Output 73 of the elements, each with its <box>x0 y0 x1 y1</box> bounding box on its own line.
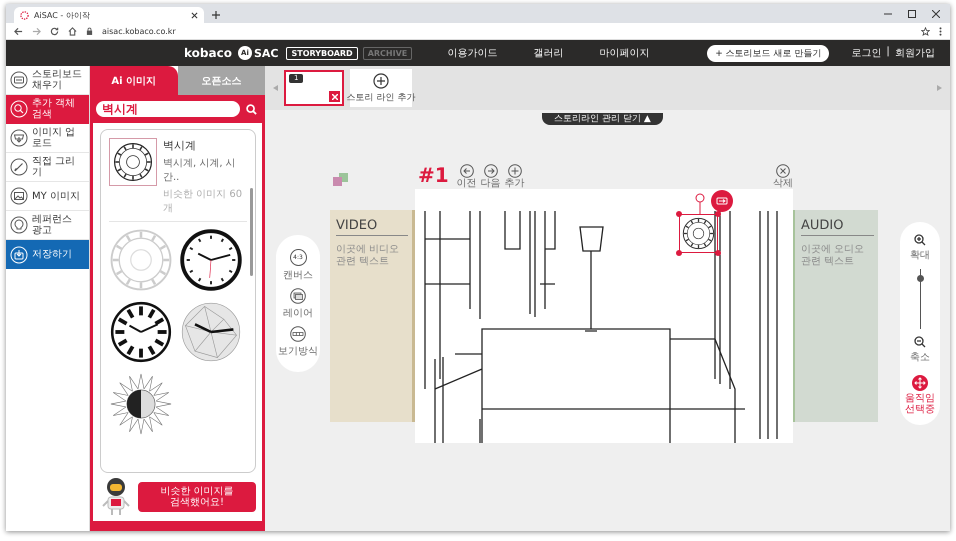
spinner-icon <box>20 10 29 20</box>
search-icon[interactable] <box>246 104 257 114</box>
lock-icon <box>86 27 93 35</box>
assistant-message: 비슷한 이미지를 검색했어요! <box>138 482 256 512</box>
view-mode-icon <box>290 326 306 342</box>
login-link[interactable]: 로그인 <box>851 46 882 60</box>
brush-icon <box>10 158 28 176</box>
brand-logo[interactable]: kobaco <box>184 46 232 60</box>
audio-title: AUDIO <box>801 218 874 236</box>
nav-link[interactable]: 이용가이드 <box>447 46 498 60</box>
close-icon[interactable] <box>932 10 940 18</box>
zoom-in-icon <box>914 234 926 246</box>
layers-icon <box>290 288 306 304</box>
clock-image[interactable] <box>109 372 173 436</box>
video-title: VIDEO <box>336 218 408 236</box>
nav-link[interactable]: 갤러리 <box>533 46 564 60</box>
panel-tab[interactable]: Ai 이미지 <box>90 66 178 95</box>
save-icon <box>10 246 28 264</box>
plus-icon <box>508 164 522 178</box>
lightbulb-icon <box>10 216 28 234</box>
signup-link[interactable]: 회원가입 <box>894 46 935 60</box>
upload-icon <box>10 129 28 147</box>
close-icon[interactable] <box>191 12 198 18</box>
clock-image[interactable] <box>179 300 243 364</box>
board-icon <box>10 71 28 89</box>
url-text[interactable]: aisac.kobaco.co.kr <box>102 26 176 36</box>
scrollbar[interactable] <box>250 188 253 276</box>
move-mode-button[interactable]: 움직임 선택중 <box>900 374 940 414</box>
save-button[interactable]: 저장하기 <box>6 240 89 269</box>
close-icon <box>776 164 790 178</box>
scene-nav-button[interactable]: 이전 <box>456 164 477 188</box>
separator-text: | <box>886 46 890 59</box>
zoom-in-button[interactable]: 확대 <box>910 234 930 262</box>
result-count: 비슷한 이미지 60개 <box>163 188 244 215</box>
browser-tab[interactable]: AiSAC - 아이작 <box>14 7 204 23</box>
room-drawing[interactable] <box>415 188 793 442</box>
zoom-out-icon <box>914 336 926 348</box>
image-icon <box>10 187 28 205</box>
result-title: 벽시계 <box>163 138 197 153</box>
move-icon <box>912 374 928 390</box>
search-field[interactable]: 벽시계 <box>96 101 240 117</box>
menu-icon[interactable] <box>939 26 942 36</box>
storyline-toggle-tab[interactable]: 스토리라인 관리 닫기 ▲ <box>542 113 663 125</box>
result-tags: 벽시계, 시계, 시간.. <box>163 156 247 184</box>
home-icon[interactable] <box>68 26 77 36</box>
star-icon[interactable] <box>921 26 930 36</box>
search-icon <box>10 100 28 118</box>
clock-image[interactable] <box>179 228 243 292</box>
rotate-handle-icon[interactable] <box>695 192 705 214</box>
scene-nav-button[interactable]: 추가 <box>504 164 525 188</box>
close-icon <box>332 94 338 100</box>
scene-nav-button[interactable]: 다음 <box>480 164 501 188</box>
tool-button[interactable]: 보기방식 <box>278 326 318 358</box>
clock-image[interactable] <box>109 300 173 364</box>
robot-drawing <box>100 477 132 517</box>
tab-title: AiSAC - 아이작 <box>34 10 91 20</box>
delete-button[interactable] <box>329 91 340 102</box>
site-logo[interactable]: SAC <box>254 46 278 60</box>
scene-title: #1 <box>418 164 449 186</box>
delete-scene-button[interactable]: 삭제 <box>773 164 793 188</box>
color-swatch-icon <box>333 172 349 186</box>
slider-thumb[interactable] <box>916 274 924 282</box>
back-icon[interactable] <box>14 26 23 36</box>
sidebar-item[interactable]: 추가 객체 검색 <box>6 95 89 124</box>
mode-tab[interactable]: STORYBOARD <box>286 46 358 60</box>
maximize-icon[interactable] <box>908 10 916 18</box>
reload-icon[interactable] <box>50 26 59 36</box>
nav-link[interactable]: 마이페이지 <box>599 46 650 60</box>
new-storyboard-button[interactable]: + 스토리보드 새로 만들기 <box>707 44 830 62</box>
new-tab-icon[interactable] <box>212 11 220 19</box>
tool-button[interactable]: 레이어 <box>283 288 313 320</box>
zoom-out-button[interactable]: 축소 <box>910 336 930 364</box>
plus-circle-icon <box>373 72 389 88</box>
